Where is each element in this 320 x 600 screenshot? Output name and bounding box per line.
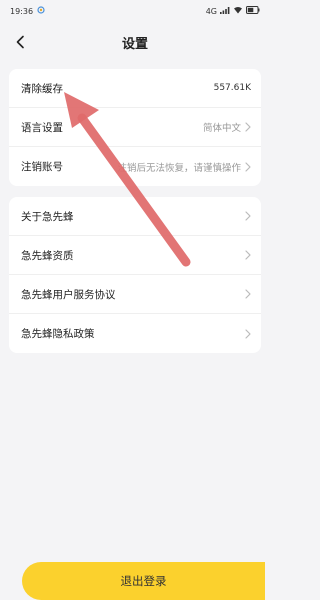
settings-row-about[interactable]: 关于急先蜂	[9, 197, 261, 236]
chevron-right-icon	[245, 328, 251, 339]
settings-row-right: 简体中文	[203, 120, 251, 134]
settings-card-about: 关于急先蜂 急先蜂资质 急先蜂用户服务协议 急先蜂隐私政策	[9, 197, 261, 353]
back-button[interactable]	[8, 30, 32, 54]
page-title: 设置	[121, 36, 148, 52]
settings-row-user-agreement[interactable]: 急先蜂用户服务协议	[9, 275, 261, 314]
logout-label: 退出登录	[120, 574, 167, 588]
language-value: 简体中文	[202, 123, 241, 134]
signal-icon	[220, 6, 230, 16]
chevron-right-icon	[245, 250, 251, 260]
settings-row-label: 急先蜂资质	[21, 249, 74, 262]
nav-bar: 设置	[0, 22, 270, 62]
settings-row-right: 注销后无法恢复，请谨慎操作	[117, 160, 251, 174]
settings-row-label: 急先蜂用户服务协议	[21, 288, 116, 301]
chevron-right-icon	[245, 122, 251, 132]
logout-button[interactable]: 退出登录	[22, 562, 265, 600]
app-notification-icon	[37, 6, 45, 16]
wifi-icon	[233, 6, 243, 16]
settings-row-clear-cache[interactable]: 清除缓存 557.61K	[9, 69, 261, 108]
settings-row-privacy-policy[interactable]: 急先蜂隐私政策	[9, 314, 261, 353]
status-time: 19:36	[10, 6, 34, 16]
settings-card-primary: 清除缓存 557.61K 语言设置 简体中文 注销账号 注销后无法恢复，请谨慎操…	[9, 69, 261, 186]
settings-row-delete-account[interactable]: 注销账号 注销后无法恢复，请谨慎操作	[9, 147, 261, 186]
settings-row-language[interactable]: 语言设置 简体中文	[9, 108, 261, 147]
chevron-left-icon	[16, 35, 24, 49]
settings-row-right: 557.61K	[214, 83, 251, 93]
settings-row-qualification[interactable]: 急先蜂资质	[9, 236, 261, 275]
delete-account-warning: 注销后无法恢复，请谨慎操作	[117, 162, 241, 174]
status-left: 19:36	[10, 6, 45, 16]
network-type: 4G	[205, 6, 217, 16]
status-bar: 19:36 4G	[0, 0, 270, 22]
settings-row-label: 语言设置	[21, 121, 63, 134]
status-right: 4G	[206, 6, 260, 16]
chevron-right-icon	[245, 161, 251, 172]
settings-row-label: 急先蜂隐私政策	[21, 328, 95, 340]
settings-row-label: 注销账号	[21, 161, 63, 173]
chevron-right-icon	[245, 211, 251, 221]
settings-row-label: 关于急先蜂	[21, 210, 74, 223]
chevron-right-icon	[245, 289, 251, 299]
settings-row-label: 清除缓存	[21, 82, 63, 95]
cache-size-value: 557.61K	[213, 83, 251, 93]
battery-icon	[246, 6, 260, 16]
